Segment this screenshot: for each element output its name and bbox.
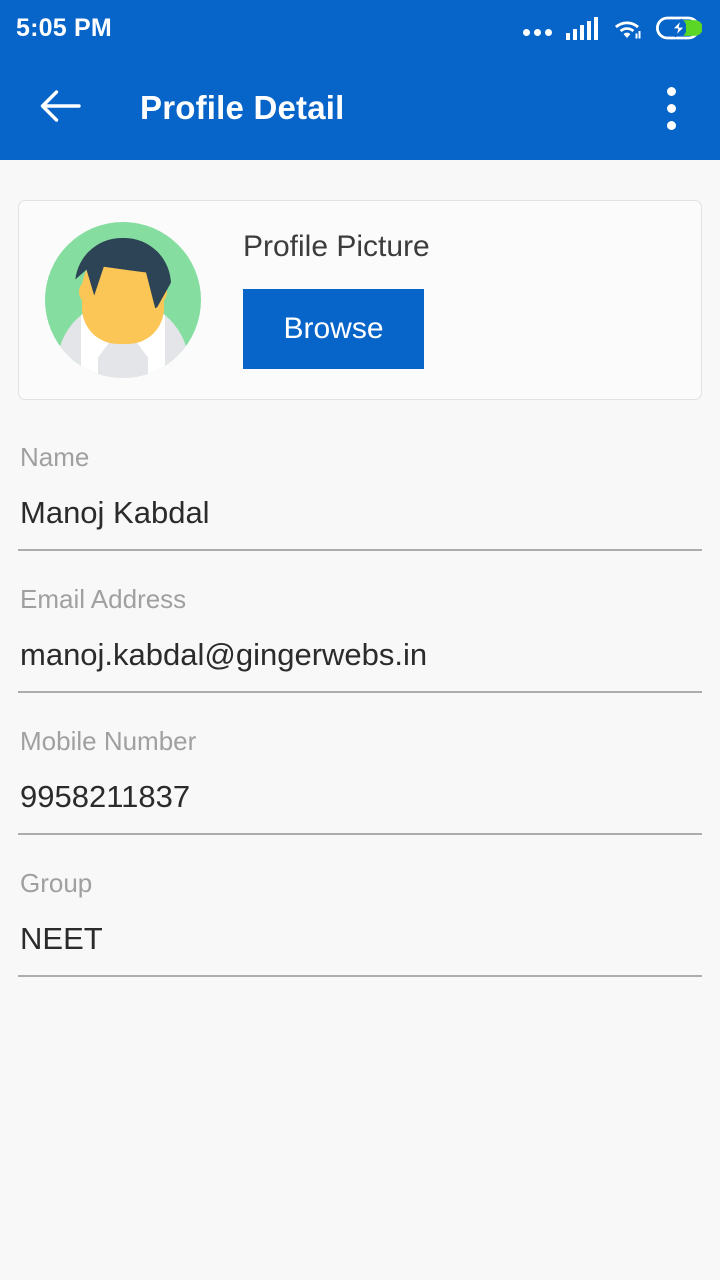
status-bar-icons: [522, 15, 703, 41]
group-input[interactable]: NEET: [18, 923, 702, 977]
page-title: Profile Detail: [140, 89, 345, 126]
status-bar-time: 5:05 PM: [16, 13, 112, 42]
profile-fields: Name Manoj Kabdal Email Address manoj.ka…: [18, 444, 702, 977]
field-name: Name Manoj Kabdal: [18, 444, 702, 551]
name-input[interactable]: Manoj Kabdal: [18, 497, 702, 551]
mobile-number-input[interactable]: 9958211837: [18, 781, 702, 835]
profile-picture-card: Profile Picture Browse: [18, 200, 702, 400]
overflow-menu-icon[interactable]: [644, 76, 698, 140]
field-group: Group NEET: [18, 870, 702, 977]
email-input[interactable]: manoj.kabdal@gingerwebs.in: [18, 639, 702, 693]
profile-picture-controls: Profile Picture Browse: [243, 229, 430, 369]
browse-button[interactable]: Browse: [243, 288, 424, 369]
field-label: Mobile Number: [20, 726, 197, 756]
cellular-signal-icon: [565, 16, 598, 40]
field-label: Name: [20, 442, 90, 472]
field-mobile-number: Mobile Number 9958211837: [18, 728, 702, 835]
user-avatar-illustration: [45, 222, 201, 378]
field-email-address: Email Address manoj.kabdal@gingerwebs.in: [18, 586, 702, 693]
battery-charging-icon: [655, 15, 703, 41]
wifi-icon: [612, 16, 642, 40]
back-button[interactable]: [34, 81, 88, 135]
status-bar: 5:05 PM: [0, 0, 720, 56]
field-label: Email Address: [20, 584, 187, 614]
profile-picture-label: Profile Picture: [243, 229, 430, 263]
arrow-back-icon: [39, 89, 83, 128]
content-area: Profile Picture Browse Name Manoj Kabdal…: [0, 200, 720, 977]
more-dots-icon: [522, 16, 552, 40]
app-bar: Profile Detail: [0, 56, 720, 160]
field-label: Group: [20, 868, 93, 898]
